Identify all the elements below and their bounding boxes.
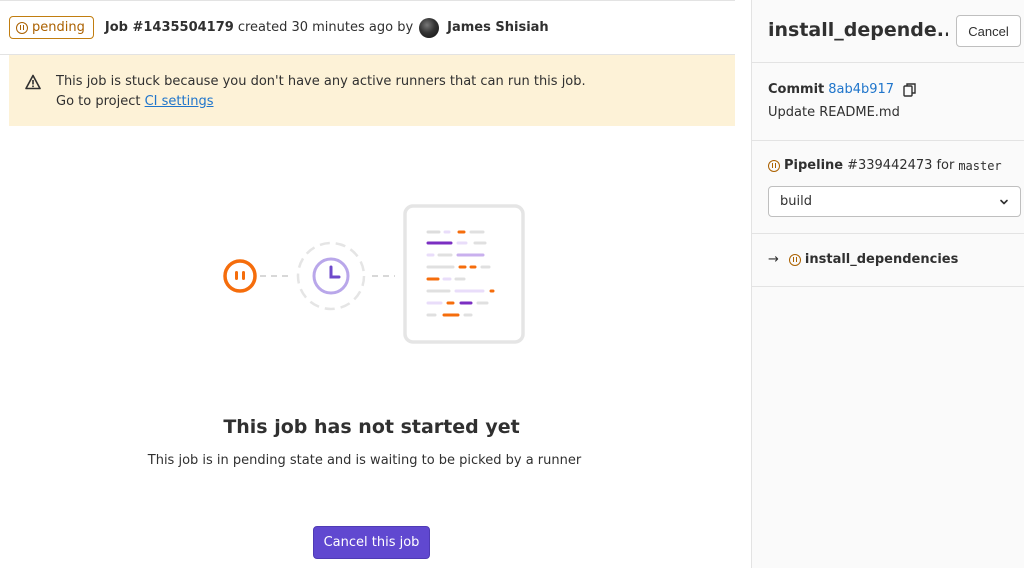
job-list-name: install_dependencies [804,252,959,267]
alert-line-settings: Go to project CI settings [56,92,586,112]
avatar[interactable] [419,17,440,38]
alert-message: This job is stuck because you don't have… [56,72,586,126]
status-badge[interactable]: pending [9,16,94,39]
divider [752,233,1024,234]
commit-message: Update README.md [768,105,900,120]
ci-settings-link[interactable]: CI settings [145,94,214,109]
created-text: created 30 minutes ago by [237,20,414,35]
stage-selected: build [780,194,812,209]
pipeline-row: Pipeline #339442473 for master [768,158,1002,173]
author-name[interactable]: James Shisiah [447,20,549,35]
status-label: pending [32,20,85,35]
commit-sha-link[interactable]: 8ab4b917 [828,82,894,97]
pause-circle-icon [768,159,780,172]
divider [752,62,1024,63]
commit-label: Commit [768,82,825,97]
stuck-alert: This job is stuck because you don't have… [9,55,735,126]
chevron-down-icon [1000,199,1008,205]
alert-line: This job is stuck because you don't have… [56,74,586,89]
branch-name[interactable]: master [958,159,1001,173]
job-header: pending Job #1435504179 created 30 minut… [0,0,735,55]
warning-icon [25,74,41,90]
empty-state-description: This job is in pending state and is wait… [147,453,582,468]
pipeline-label: Pipeline [784,158,844,173]
job-main: pending Job #1435504179 created 30 minut… [0,0,751,568]
copy-icon[interactable] [903,82,916,97]
job-id: Job #1435504179 [104,20,234,35]
divider [752,140,1024,141]
pause-circle-icon [788,253,801,266]
stage-dropdown[interactable]: build [768,186,1021,217]
job-name-title: install_depende... [768,19,948,41]
pipeline-for: for [936,158,955,173]
job-list-item[interactable]: → install_dependencies [768,252,958,267]
arrow-right-icon: → [768,252,779,267]
cancel-job-button[interactable]: Cancel this job [313,526,430,559]
empty-state-title: This job has not started yet [223,416,520,438]
commit-row: Commit 8ab4b917 [768,82,916,97]
job-sidebar: install_depende... Cancel Commit 8ab4b91… [751,0,1024,568]
alert-prefix: Go to project [56,94,141,109]
divider [752,286,1024,287]
pipeline-id-link[interactable]: #339442473 [847,158,932,173]
sidebar-cancel-button[interactable]: Cancel [956,15,1021,47]
pending-illustration [223,204,525,344]
pause-circle-icon [16,21,28,34]
pending-circle-icon [223,259,257,293]
